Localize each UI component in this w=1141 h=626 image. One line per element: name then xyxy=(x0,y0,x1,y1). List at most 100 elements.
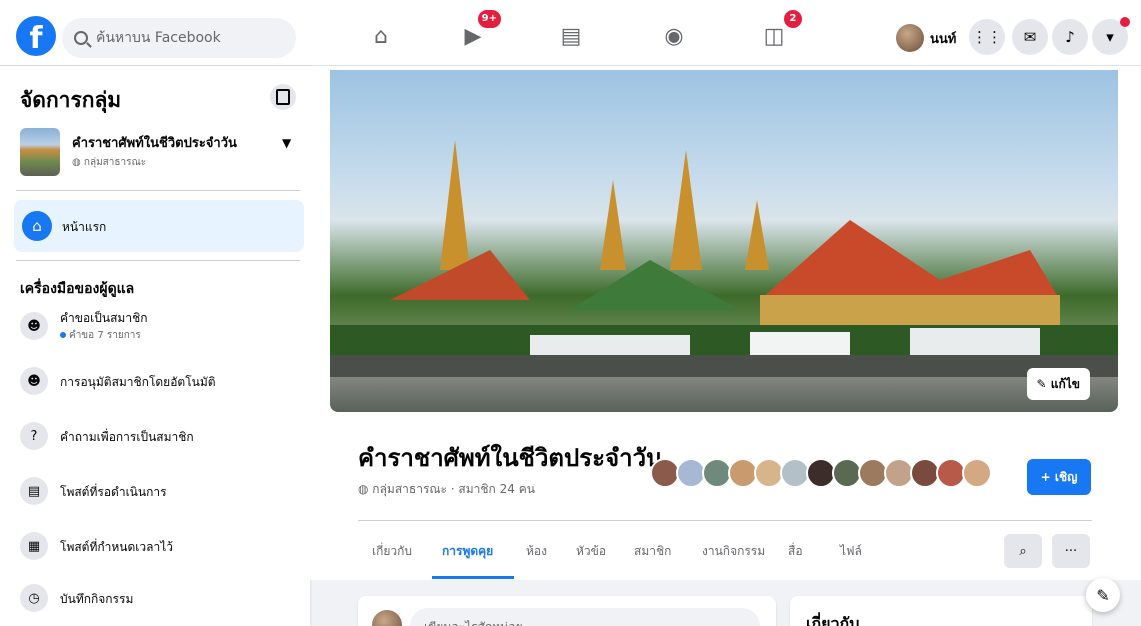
profile-name: นนท์ xyxy=(930,31,957,47)
invite-button[interactable]: + เชิญ xyxy=(1027,459,1091,495)
search-icon xyxy=(74,31,88,45)
sidebar-item-label: คำถามเพื่อการเป็นสมาชิก xyxy=(60,430,194,444)
groups-icon: ◉ xyxy=(664,23,684,49)
admin-tools-heading: เครื่องมือของผู้ดูแล xyxy=(20,281,135,297)
member-request-count-label: คำขอ 7 รายการ xyxy=(69,330,141,341)
nav-gaming-tab[interactable]: ◫ 2 xyxy=(752,10,802,58)
tab-about[interactable]: เกี่ยวกับ xyxy=(372,542,412,561)
sidebar-item-label: หน้าแรก xyxy=(62,220,107,234)
home-icon: ⌂ xyxy=(22,211,52,241)
messenger-icon: ✉ xyxy=(1023,28,1037,46)
compose-icon: ✎ xyxy=(1096,585,1110,605)
member-request-icon: ☻ xyxy=(20,312,48,340)
profile-button[interactable]: นนท์ xyxy=(896,24,956,52)
chevron-down-icon: ▾ xyxy=(1106,28,1114,46)
nav-groups-tab[interactable]: ◉ xyxy=(652,14,696,58)
avatar xyxy=(372,610,402,626)
globe-icon: ◍ xyxy=(358,482,373,496)
composer-input[interactable]: เขียนอะไรสักหน่อย... xyxy=(410,608,760,626)
nav-watch-tab[interactable]: ▶ 9+ xyxy=(451,10,501,58)
group-name: คำราชาศัพท์ในชีวิตประจำวัน xyxy=(72,136,237,151)
pencil-icon: ✎ xyxy=(1036,377,1051,391)
sidebar-item-membership-questions[interactable]: ? คำถามเพื่อการเป็นสมาชิก xyxy=(20,416,300,456)
sidebar-item-member-requests[interactable]: ☻ คำขอเป็นสมาชิก คำขอ 7 รายการ xyxy=(20,306,300,346)
account-alert-dot xyxy=(1120,17,1130,27)
watch-badge: 9+ xyxy=(477,10,501,28)
sidebar-item-auto-approve[interactable]: ☻ การอนุมัติสมาชิกโดยอัตโนมัติ xyxy=(20,361,300,401)
member-avatars[interactable] xyxy=(650,458,992,488)
edit-cover-button[interactable]: ✎ แก้ไข xyxy=(1026,368,1090,400)
store-icon: ▤ xyxy=(560,23,582,49)
edit-cover-label: แก้ไข xyxy=(1050,376,1080,391)
temple-illustration xyxy=(330,140,1118,377)
avatar[interactable] xyxy=(962,458,992,488)
tab-members[interactable]: สมาชิก xyxy=(634,542,671,561)
facebook-logo[interactable]: f xyxy=(16,16,56,56)
messenger-button[interactable]: ✉ xyxy=(1012,19,1048,55)
sidebar-item-label: โพสต์ที่กำหนดเวลาไว้ xyxy=(60,540,173,554)
more-options-button[interactable]: ··· xyxy=(1052,534,1090,568)
bell-icon: ♪ xyxy=(1065,28,1075,46)
sidebar-item-label: การอนุมัติสมาชิกโดยอัตโนมัติ xyxy=(60,375,216,389)
caret-down-icon[interactable]: ▼ xyxy=(282,136,291,150)
ellipsis-icon: ··· xyxy=(1064,543,1078,559)
sidebar-title: จัดการกลุ่ม xyxy=(20,88,122,112)
sidebar-item-label: คำขอเป็นสมาชิก xyxy=(60,311,148,325)
gaming-badge: 2 xyxy=(784,10,802,28)
scheduled-posts-icon: ▦ xyxy=(20,532,48,560)
sidebar-item-label: โพสต์ที่รอดำเนินการ xyxy=(60,485,167,499)
auto-approve-icon: ☻ xyxy=(20,367,48,395)
nav-home-tab[interactable]: ⌂ xyxy=(359,14,403,58)
notifications-button[interactable]: ♪ xyxy=(1052,19,1088,55)
group-thumbnail xyxy=(20,128,60,176)
tab-discussion[interactable]: การพูดคุย xyxy=(442,542,493,561)
group-search-button[interactable]: ⌕ xyxy=(1004,534,1042,568)
divider xyxy=(16,190,300,191)
group-title[interactable]: คำราชาศัพท์ในชีวิตประจำวัน xyxy=(358,438,662,477)
home-icon: ⌂ xyxy=(374,23,388,49)
questions-icon: ? xyxy=(20,422,48,450)
sidebar-item-home[interactable]: ⌂ หน้าแรก xyxy=(14,200,304,252)
nav-marketplace-tab[interactable]: ▤ xyxy=(549,14,593,58)
sidebar-item-scheduled-posts[interactable]: ▦ โพสต์ที่กำหนดเวลาไว้ xyxy=(20,526,300,566)
top-navigation-bar: f ค้นหาบน Facebook ⌂ ▶ 9+ ▤ ◉ ◫ 2 นนท์ ⋮… xyxy=(0,0,1141,66)
about-card: เกี่ยวกับ xyxy=(790,596,1092,626)
tab-files[interactable]: ไฟล์ xyxy=(840,542,862,561)
video-icon: ▶ xyxy=(464,23,482,49)
sidebar-item-activity-log[interactable]: ◷ บันทึกกิจกรรม xyxy=(20,578,300,618)
globe-icon: ◍ xyxy=(72,157,84,168)
post-composer[interactable]: เขียนอะไรสักหน่อย... xyxy=(358,596,776,626)
gaming-icon: ◫ xyxy=(763,23,785,49)
grid-menu-icon: ⋮⋮ xyxy=(972,28,1002,46)
search-icon: ⌕ xyxy=(1019,543,1027,559)
group-meta: ◍ กลุ่มสาธารณะ · สมาชิก 24 คน xyxy=(358,480,535,499)
tab-rooms[interactable]: ห้อง xyxy=(526,542,547,561)
divider xyxy=(358,520,1092,521)
tab-topics[interactable]: หัวข้อ xyxy=(576,542,606,561)
pending-posts-icon: ▤ xyxy=(20,477,48,505)
sidebar-item-pending-posts[interactable]: ▤ โพสต์ที่รอดำเนินการ xyxy=(20,471,300,511)
sidebar-item-label: บันทึกกิจกรรม xyxy=(60,592,134,606)
group-privacy: ◍ กลุ่มสาธารณะ xyxy=(72,155,146,170)
group-meta-label: กลุ่มสาธารณะ · สมาชิก 24 คน xyxy=(372,482,535,496)
search-placeholder: ค้นหาบน Facebook xyxy=(96,30,221,46)
member-request-count: คำขอ 7 รายการ xyxy=(60,328,141,343)
group-header: ✎ แก้ไข คำราชาศัพท์ในชีวิตประจำวัน ◍ กลุ… xyxy=(310,66,1141,580)
active-tab-indicator xyxy=(432,576,514,579)
avatar xyxy=(896,24,924,52)
tab-media[interactable]: สื่อ xyxy=(788,542,803,561)
group-privacy-label: กลุ่มสาธารณะ xyxy=(83,157,147,168)
divider xyxy=(16,260,300,261)
collapse-sidebar-button[interactable] xyxy=(270,84,296,110)
menu-button[interactable]: ⋮⋮ xyxy=(969,19,1005,55)
activity-log-icon: ◷ xyxy=(20,584,48,612)
tab-events[interactable]: งานกิจกรรม xyxy=(702,542,765,561)
group-main-content: ✎ แก้ไข คำราชาศัพท์ในชีวิตประจำวัน ◍ กลุ… xyxy=(310,66,1141,626)
account-button[interactable]: ▾ xyxy=(1092,17,1130,55)
group-selector[interactable]: คำราชาศัพท์ในชีวิตประจำวัน ◍ กลุ่มสาธารณ… xyxy=(20,126,300,180)
group-manage-sidebar: จัดการกลุ่ม คำราชาศัพท์ในชีวิตประจำวัน ◍… xyxy=(0,66,310,626)
search-input[interactable]: ค้นหาบน Facebook xyxy=(62,18,296,58)
about-heading: เกี่ยวกับ xyxy=(806,614,860,626)
new-message-button[interactable]: ✎ xyxy=(1086,578,1120,612)
cover-photo: ✎ แก้ไข xyxy=(330,70,1118,412)
